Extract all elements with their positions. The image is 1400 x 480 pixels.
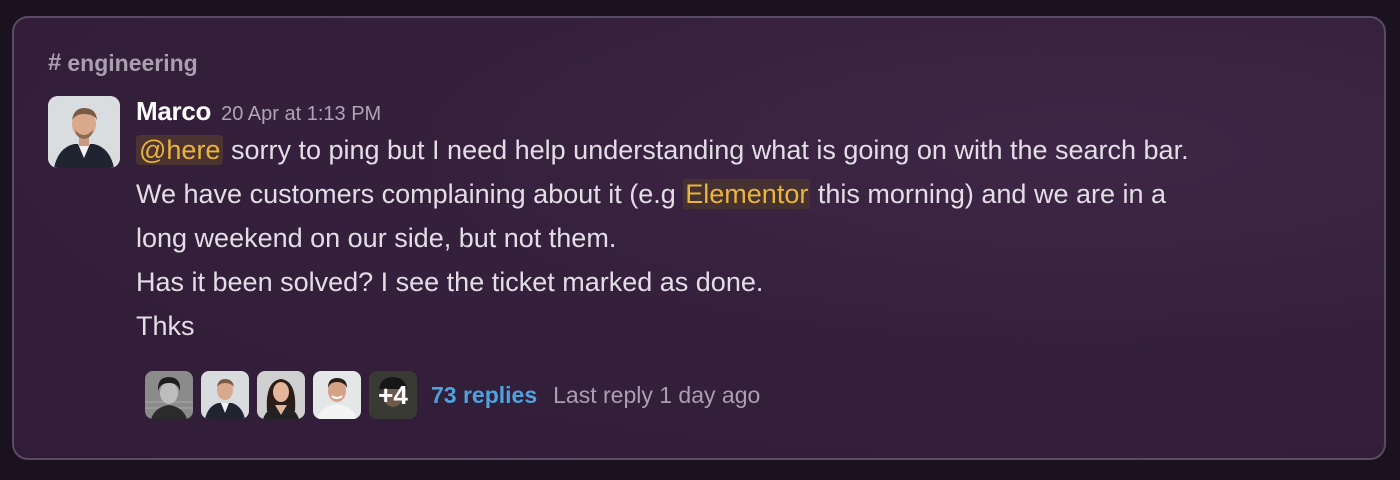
message-line: Thks: [136, 311, 195, 341]
participant-avatar[interactable]: [145, 371, 193, 419]
message-line: Has it been solved? I see the ticket mar…: [136, 267, 764, 297]
message-text: this morning) and we are in a: [810, 179, 1167, 209]
author-avatar-image: [48, 96, 120, 168]
participant-avatar-more[interactable]: +4: [369, 371, 417, 419]
author-avatar[interactable]: [48, 96, 120, 168]
channel-label: engineering: [67, 49, 198, 76]
message-card: # engineering Marco 20 Apr at 1:13 PM @h…: [12, 16, 1386, 460]
participant-avatar-image: [145, 371, 193, 419]
message-line: @here sorry to ping but I need help unde…: [136, 128, 1356, 172]
message-content: Marco 20 Apr at 1:13 PM @here sorry to p…: [136, 96, 1356, 348]
message-text: We have customers complaining about it (…: [136, 179, 684, 209]
author-name[interactable]: Marco: [136, 96, 211, 127]
message-line: We have customers complaining about it (…: [136, 172, 1356, 216]
thread-summary[interactable]: +4 73 replies Last reply 1 day ago: [145, 370, 760, 420]
participant-avatar[interactable]: [313, 371, 361, 419]
last-reply-time: Last reply 1 day ago: [553, 381, 761, 408]
more-participants-count: +4: [369, 371, 417, 419]
participant-avatar[interactable]: [257, 371, 305, 419]
here-mention[interactable]: @here: [136, 135, 224, 165]
thread-replies-link[interactable]: 73 replies: [431, 382, 537, 409]
message-timestamp[interactable]: 20 Apr at 1:13 PM: [221, 103, 381, 126]
participant-avatar-image: [313, 371, 361, 419]
channel-name[interactable]: # engineering: [48, 48, 198, 78]
channel-hash-icon: #: [48, 49, 62, 76]
elementor-link[interactable]: Elementor: [683, 179, 811, 209]
message-line: long weekend on our side, but not them.: [136, 223, 617, 253]
message-text: sorry to ping but I need help understand…: [223, 135, 1189, 165]
message-header: Marco 20 Apr at 1:13 PM: [136, 96, 1356, 128]
participant-avatar[interactable]: [201, 371, 249, 419]
participant-avatar-image: [257, 371, 305, 419]
message-body: @here sorry to ping but I need help unde…: [136, 128, 1356, 348]
participant-avatar-image: [201, 371, 249, 419]
